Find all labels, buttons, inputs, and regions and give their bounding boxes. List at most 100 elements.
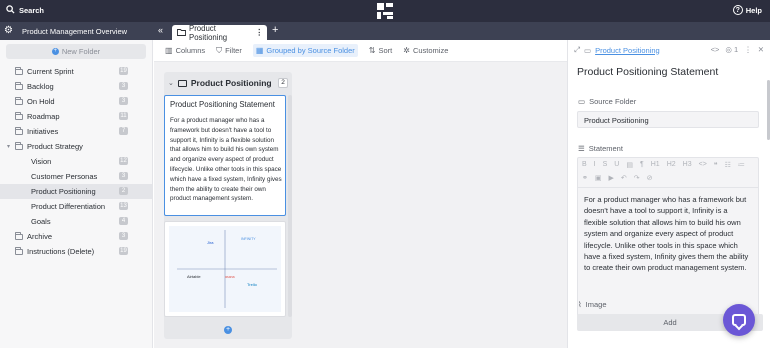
sidebar-item[interactable]: Archive 3 <box>0 229 152 244</box>
statement-editor[interactable]: B I S U ▤ ¶ H1 H2 H3 <> ❝ ☷ ≔ ⚭ ▣ ▶ ↶ ↷ … <box>577 157 759 318</box>
sidebar: + New Folder Current Sprint 19 Backlog 3 On … <box>0 40 153 348</box>
folder-icon: ▭ <box>578 97 586 106</box>
quote-icon[interactable]: ❝ <box>714 161 718 171</box>
settings-gear-icon[interactable]: ⚙ <box>4 26 13 36</box>
sidebar-item[interactable]: Instructions (Delete) 19 <box>0 244 152 259</box>
sidebar-item-label: Vision <box>31 157 52 166</box>
collapse-sidebar-icon[interactable]: « <box>158 25 163 35</box>
video-icon[interactable]: ▶ <box>609 174 614 184</box>
chat-bubble-icon <box>732 314 746 326</box>
card-title: Product Positioning Statement <box>170 100 275 109</box>
column-scrollbar[interactable] <box>288 95 292 317</box>
sort-button[interactable]: ⇅ Sort <box>369 46 392 55</box>
chart-label-asana: asana <box>225 275 235 279</box>
sidebar-item[interactable]: ▾ Product Strategy <box>0 139 152 154</box>
folder-icon <box>15 81 23 90</box>
item-count-badge: 3 <box>119 82 128 90</box>
sidebar-item[interactable]: Goals 4 <box>0 214 152 229</box>
heading1-icon[interactable]: H1 <box>651 161 660 171</box>
sidebar-item[interactable]: Initiatives 7 <box>0 124 152 139</box>
bold-icon[interactable]: B <box>582 161 587 171</box>
clear-format-icon[interactable]: ⊘ <box>647 174 653 184</box>
sidebar-item-label: On Hold <box>27 97 55 106</box>
link-icon[interactable]: ⚭ <box>582 174 588 184</box>
sidebar-item-label: Goals <box>31 217 51 226</box>
columns-label: Columns <box>175 46 206 55</box>
plus-icon: + <box>224 325 232 334</box>
code-icon[interactable]: <> <box>699 161 707 171</box>
sidebar-item[interactable]: Customer Personas 3 <box>0 169 152 184</box>
card-positioning-statement[interactable]: Product Positioning Statement For a prod… <box>164 95 286 216</box>
card-positioning-chart[interactable]: Jira INFINITY Airtable asana Trello <box>164 221 286 317</box>
expand-icon[interactable]: ⤢ <box>574 45 580 55</box>
close-icon[interactable]: ✕ <box>758 45 764 54</box>
workspace-name[interactable]: Product Management Overview <box>22 27 127 36</box>
sidebar-item-label: Roadmap <box>27 112 60 121</box>
app-logo-icon[interactable] <box>376 2 394 20</box>
statement-label: ☰ Statement <box>578 144 623 153</box>
column-count-badge: 2 <box>278 78 288 88</box>
chat-button[interactable] <box>723 304 755 336</box>
sidebar-item[interactable]: On Hold 3 <box>0 94 152 109</box>
help-button[interactable]: ? Help <box>732 5 762 15</box>
sidebar-item[interactable]: Current Sprint 19 <box>0 64 152 79</box>
strikethrough-icon[interactable]: S <box>603 161 608 171</box>
comments-button[interactable]: ◎ 1 <box>725 45 738 54</box>
folder-icon <box>15 246 23 255</box>
add-card-button[interactable]: + <box>164 320 292 339</box>
folder-icon <box>15 66 23 75</box>
panel-actions: <> ◎ 1 ⋮ ✕ <box>711 45 764 54</box>
heading3-icon[interactable]: H3 <box>683 161 692 171</box>
paragraph-icon[interactable]: ¶ <box>640 161 644 171</box>
positioning-chart-image: Jira INFINITY Airtable asana Trello <box>169 226 281 312</box>
tab-product-positioning[interactable]: Product Positioning ⋮ <box>172 24 267 42</box>
numbered-list-icon[interactable]: ≔ <box>738 161 745 171</box>
chevron-down-icon[interactable]: ▾ <box>7 143 15 150</box>
search-label: Search <box>19 6 45 15</box>
image-icon[interactable]: ▣ <box>595 174 602 184</box>
board-column: ⌄ Product Positioning 2 Product Position… <box>164 72 292 339</box>
sidebar-item[interactable]: Vision 12 <box>0 154 152 169</box>
new-folder-label: New Folder <box>61 47 101 56</box>
tab-menu-icon[interactable]: ⋮ <box>255 28 263 37</box>
chart-label-trello: Trello <box>247 282 258 287</box>
sidebar-item[interactable]: Backlog 3 <box>0 79 152 94</box>
chart-label-infinity: INFINITY <box>241 237 256 241</box>
bullet-list-icon[interactable]: ☷ <box>725 161 731 171</box>
column-header[interactable]: ⌄ Product Positioning 2 <box>164 72 292 94</box>
more-menu-icon[interactable]: ⋮ <box>744 45 752 54</box>
filter-button[interactable]: ⛉ Filter <box>216 46 242 56</box>
filter-icon: ⛉ <box>216 45 223 55</box>
sidebar-item[interactable]: Product Differentiation 13 <box>0 199 152 214</box>
column-title: Product Positioning <box>190 78 272 88</box>
group-label: Grouped by Source Folder <box>266 46 355 55</box>
search-button[interactable]: Search <box>6 5 44 16</box>
code-nav-icon[interactable]: <> <box>711 45 720 54</box>
group-button[interactable]: ▦ Grouped by Source Folder <box>252 44 358 57</box>
underline-icon[interactable]: U <box>614 161 619 171</box>
source-folder-field[interactable]: Product Positioning <box>577 111 759 128</box>
sidebar-item-label: Product Strategy <box>27 142 83 151</box>
columns-button[interactable]: ▥ Columns <box>165 46 205 55</box>
italic-icon[interactable]: I <box>594 161 596 171</box>
sidebar-item[interactable]: Roadmap 11 <box>0 109 152 124</box>
customize-button[interactable]: ✲ Customize <box>403 46 448 55</box>
breadcrumb-link[interactable]: Product Positioning <box>595 46 660 55</box>
comment-count: 1 <box>734 45 739 54</box>
heading2-icon[interactable]: H2 <box>667 161 676 171</box>
sidebar-item[interactable]: Product Positioning 2 <box>0 184 152 199</box>
new-folder-button[interactable]: + New Folder <box>6 44 146 59</box>
redo-icon[interactable]: ↷ <box>634 174 640 184</box>
item-count-badge: 19 <box>119 247 128 255</box>
panel-title: Product Positioning Statement <box>577 66 719 78</box>
image-label-text: Image <box>585 300 607 309</box>
help-label: Help <box>745 5 762 15</box>
sidebar-item-label: Backlog <box>27 82 54 91</box>
undo-icon[interactable]: ↶ <box>621 174 627 184</box>
chevron-down-icon[interactable]: ⌄ <box>168 79 174 87</box>
folder-icon <box>15 126 23 135</box>
sort-label: Sort <box>378 46 393 55</box>
highlight-icon[interactable]: ▤ <box>626 161 633 171</box>
add-tab-icon[interactable]: + <box>272 24 278 36</box>
columns-icon: ▥ <box>165 46 173 55</box>
